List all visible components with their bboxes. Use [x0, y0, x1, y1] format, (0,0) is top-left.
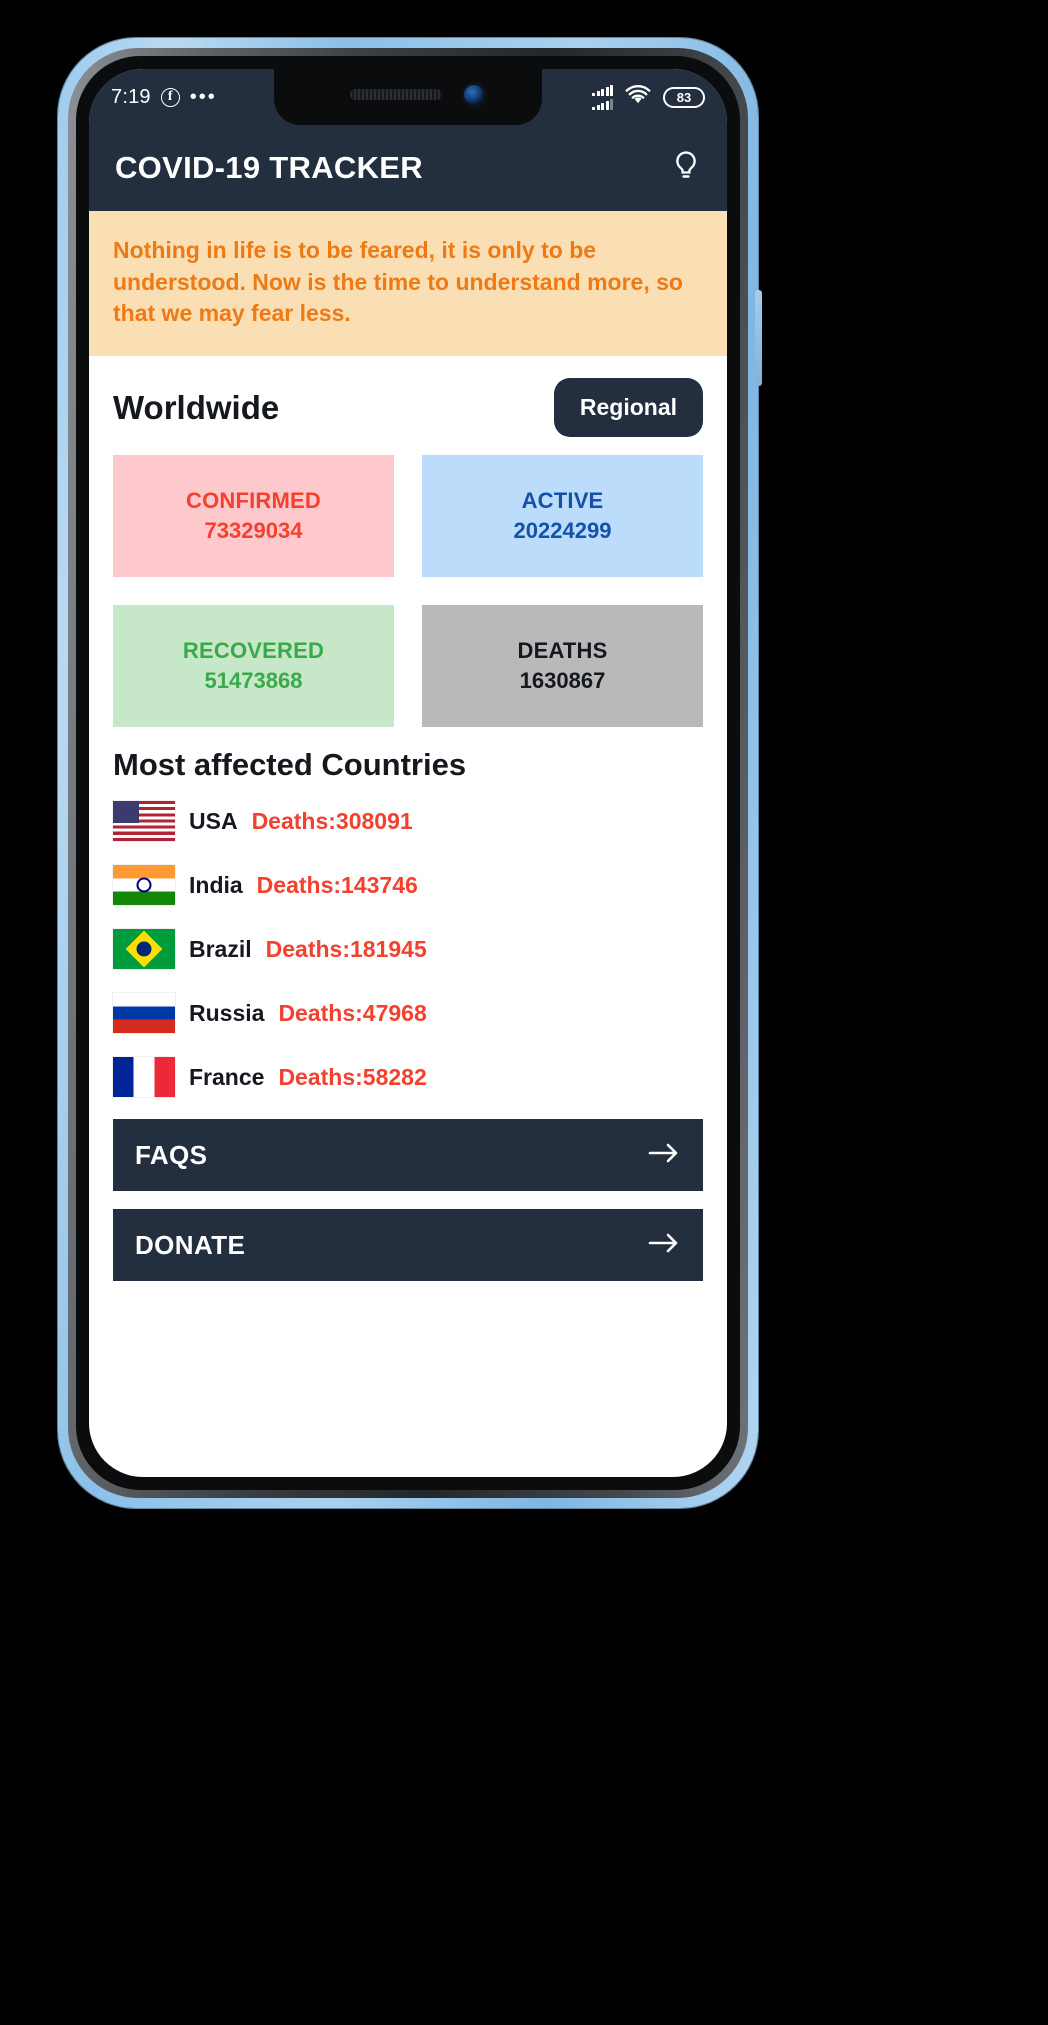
regional-toggle-button[interactable]: Regional [553, 378, 703, 438]
country-name: India [189, 871, 243, 898]
stat-card-active[interactable]: ACTIVE 20224299 [422, 455, 703, 578]
cta-label: DONATE [135, 1229, 246, 1260]
status-bar-right: 83 [592, 84, 705, 110]
donate-button[interactable]: DONATE [113, 1209, 703, 1282]
stat-value: 20224299 [513, 518, 612, 544]
cta-buttons: FAQS DONATE [89, 1109, 727, 1282]
front-camera [464, 85, 484, 105]
faqs-button[interactable]: FAQS [113, 1119, 703, 1192]
stat-card-deaths[interactable]: DEATHS 1630867 [422, 605, 703, 728]
country-deaths: Deaths:58282 [278, 1063, 427, 1090]
stat-label: DEATHS [517, 638, 608, 664]
quote-banner: Nothing in life is to be feared, it is o… [89, 211, 727, 357]
arrow-right-icon [647, 1231, 681, 1260]
cellular-signal-icon [592, 84, 613, 110]
country-name: Russia [189, 999, 265, 1026]
lightbulb-icon[interactable] [671, 149, 701, 188]
list-item[interactable]: France Deaths:58282 [113, 1045, 703, 1109]
list-item[interactable]: Russia Deaths:47968 [113, 981, 703, 1045]
battery-icon: 83 [663, 86, 705, 108]
scope-row: Worldwide Regional [89, 356, 727, 456]
power-button[interactable] [755, 290, 762, 386]
country-deaths: Deaths:47968 [278, 999, 427, 1026]
country-list: USA Deaths:308091 India Deaths:143746 Br… [89, 789, 727, 1110]
stat-value: 73329034 [204, 518, 303, 544]
facebook-icon: f [160, 87, 180, 107]
status-bar-left: 7:19 f ••• [111, 86, 217, 109]
stat-card-confirmed[interactable]: CONFIRMED 73329034 [113, 455, 394, 578]
phone-frame: 7:19 f ••• 83 COVID-19 TRACKER Nothing i… [58, 38, 758, 1508]
stat-label: CONFIRMED [185, 488, 321, 514]
country-name: France [189, 1063, 265, 1090]
country-name: Brazil [189, 935, 252, 962]
wifi-icon [625, 84, 651, 110]
phone-inner-bezel: 7:19 f ••• 83 COVID-19 TRACKER Nothing i… [76, 56, 740, 1490]
country-name: USA [189, 807, 238, 834]
app-bar: COVID-19 TRACKER [89, 125, 727, 211]
battery-level: 83 [676, 89, 692, 105]
cta-label: FAQS [135, 1139, 208, 1170]
stats-grid: CONFIRMED 73329034 ACTIVE 20224299 RECOV… [89, 455, 727, 728]
phone-screen: 7:19 f ••• 83 COVID-19 TRACKER Nothing i… [89, 69, 727, 1477]
list-item[interactable]: Brazil Deaths:181945 [113, 917, 703, 981]
earpiece-speaker [350, 89, 442, 100]
status-time: 7:19 [111, 85, 151, 108]
country-deaths: Deaths:181945 [265, 935, 427, 962]
country-deaths: Deaths:143746 [256, 871, 418, 898]
scope-title: Worldwide [113, 388, 280, 426]
country-deaths: Deaths:308091 [251, 807, 413, 834]
flag-russia-icon [113, 993, 175, 1034]
more-dots-icon: ••• [189, 86, 217, 108]
stat-card-recovered[interactable]: RECOVERED 51473868 [113, 605, 394, 728]
stat-value: 51473868 [204, 668, 303, 694]
flag-brazil-icon [113, 929, 175, 970]
phone-bezel: 7:19 f ••• 83 COVID-19 TRACKER Nothing i… [68, 48, 748, 1498]
stat-label: RECOVERED [182, 638, 325, 664]
stat-label: ACTIVE [521, 488, 604, 514]
phone-notch [274, 69, 542, 125]
page-title: COVID-19 TRACKER [115, 150, 423, 185]
countries-section-title: Most affected Countries [89, 727, 727, 790]
quote-text: Nothing in life is to be feared, it is o… [113, 237, 683, 327]
stat-value: 1630867 [519, 668, 606, 694]
arrow-right-icon [647, 1141, 681, 1170]
list-item[interactable]: India Deaths:143746 [113, 853, 703, 917]
flag-usa-icon [113, 801, 175, 842]
flag-india-icon [113, 865, 175, 906]
flag-france-icon [113, 1057, 175, 1098]
list-item[interactable]: USA Deaths:308091 [113, 789, 703, 853]
